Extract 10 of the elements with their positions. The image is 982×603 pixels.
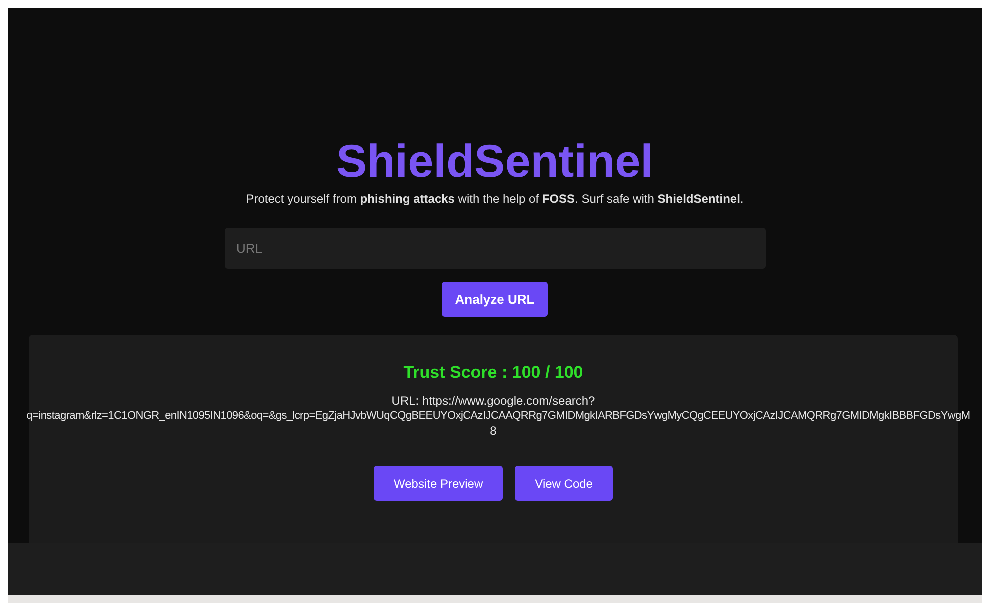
- preview-button[interactable]: Website Preview: [374, 466, 504, 501]
- code-button[interactable]: View Code: [515, 466, 613, 501]
- url-text: q=instagram&rlz=1C1ONGR_enIN1095IN1096&oq=&gs_lcrp=EgZjaHJvbWUqCQgBEEUYOxjCAzIJCAAQRRg7GMIDMgkIARBFGDsYwgMyCQgCEEUYOxjCAzIJCAMQRRg7GMIDMgkIBBBFGDsYwgM: [26, 409, 970, 424]
- trust-score: Trust Score : 100 / 100: [404, 363, 584, 383]
- analyze-button[interactable]: Analyze URL: [442, 282, 548, 317]
- tagline: Protect yourself from phishing attacks with the help of FOSS. Surf safe with ShieldSentinel.: [246, 192, 744, 206]
- url-text: 8: [490, 424, 497, 439]
- app-title: ShieldSentinel: [336, 136, 654, 186]
- url-field[interactable]: URL: [224, 228, 766, 269]
- url-text: URL: https://www.google.com/search?: [392, 394, 596, 409]
